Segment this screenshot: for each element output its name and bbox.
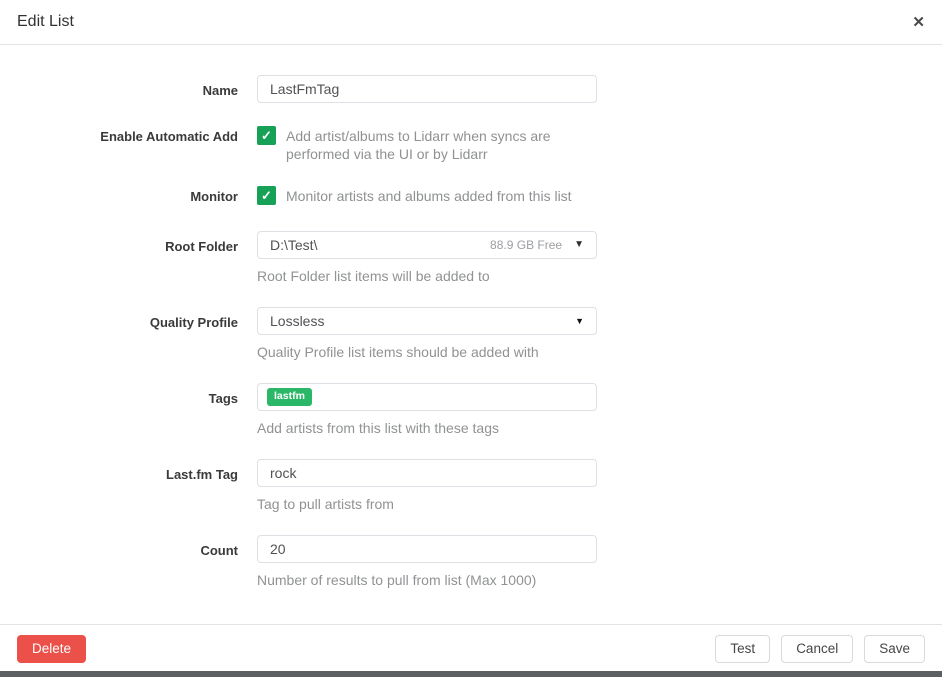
close-icon[interactable]: ✕ xyxy=(912,15,925,30)
monitor-description: Monitor artists and albums added from th… xyxy=(286,186,572,205)
tags-input[interactable]: lastfm xyxy=(257,383,597,411)
check-icon: ✓ xyxy=(261,128,272,144)
form-group-count: Count Number of results to pull from lis… xyxy=(0,535,942,588)
enable-automatic-add-label: Enable Automatic Add xyxy=(0,126,238,163)
test-button[interactable]: Test xyxy=(715,635,770,663)
lastfm-tag-helper: Tag to pull artists from xyxy=(257,496,597,512)
tag-chip[interactable]: lastfm xyxy=(267,388,312,406)
enable-automatic-add-checkbox[interactable]: ✓ xyxy=(257,126,276,145)
form-group-enable-automatic-add: Enable Automatic Add ✓ Add artist/albums… xyxy=(0,126,942,163)
caret-down-icon: ▼ xyxy=(575,317,584,326)
save-button[interactable]: Save xyxy=(864,635,925,663)
tags-label: Tags xyxy=(0,383,238,436)
modal-body: Name Enable Automatic Add ✓ Add artist/a… xyxy=(0,45,942,624)
quality-profile-select[interactable]: Lossless ▼ xyxy=(257,307,597,335)
form-group-monitor: Monitor ✓ Monitor artists and albums add… xyxy=(0,186,942,205)
count-label: Count xyxy=(0,535,238,588)
count-input[interactable] xyxy=(257,535,597,563)
form-group-tags: Tags lastfm Add artists from this list w… xyxy=(0,383,942,436)
modal-header: Edit List ✕ xyxy=(0,0,942,45)
name-label: Name xyxy=(0,75,238,103)
root-folder-free-space: 88.9 GB Free xyxy=(490,238,562,252)
quality-profile-label: Quality Profile xyxy=(0,307,238,360)
root-folder-select[interactable]: D:\Test\ 88.9 GB Free ▼ xyxy=(257,231,597,259)
enable-automatic-add-description: Add artist/albums to Lidarr when syncs a… xyxy=(286,126,604,163)
caret-down-icon: ▼ xyxy=(574,240,584,250)
form-group-quality-profile: Quality Profile Lossless ▼ Quality Profi… xyxy=(0,307,942,360)
monitor-label: Monitor xyxy=(0,186,238,205)
root-folder-helper: Root Folder list items will be added to xyxy=(257,268,597,284)
count-helper: Number of results to pull from list (Max… xyxy=(257,572,597,588)
form-group-lastfm-tag: Last.fm Tag Tag to pull artists from xyxy=(0,459,942,512)
quality-profile-value: Lossless xyxy=(270,313,575,329)
delete-button[interactable]: Delete xyxy=(17,635,86,663)
lastfm-tag-label: Last.fm Tag xyxy=(0,459,238,512)
form-group-name: Name xyxy=(0,75,942,103)
lastfm-tag-input[interactable] xyxy=(257,459,597,487)
check-icon: ✓ xyxy=(261,188,272,204)
modal-footer: Delete Test Cancel Save xyxy=(0,624,942,671)
edit-list-modal: Edit List ✕ Name Enable Automatic Add ✓ … xyxy=(0,0,942,679)
page-title: Edit List xyxy=(17,13,74,31)
tags-helper: Add artists from this list with these ta… xyxy=(257,420,597,436)
name-input[interactable] xyxy=(257,75,597,103)
cancel-button[interactable]: Cancel xyxy=(781,635,853,663)
root-folder-value: D:\Test\ xyxy=(270,237,490,253)
form-group-root-folder: Root Folder D:\Test\ 88.9 GB Free ▼ Root… xyxy=(0,231,942,284)
monitor-checkbox[interactable]: ✓ xyxy=(257,186,276,205)
root-folder-label: Root Folder xyxy=(0,231,238,284)
quality-profile-helper: Quality Profile list items should be add… xyxy=(257,344,597,360)
